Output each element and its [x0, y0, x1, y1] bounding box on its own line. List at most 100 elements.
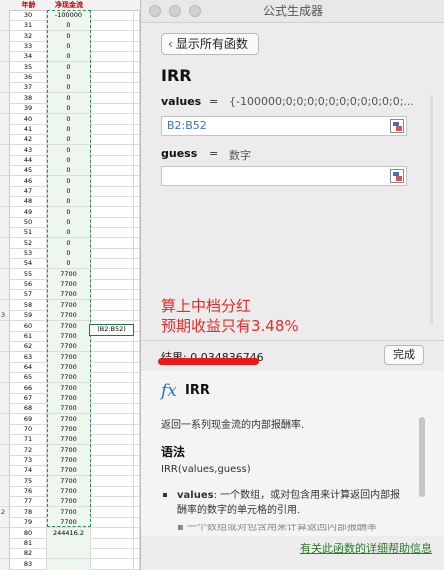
row-number[interactable]	[0, 103, 10, 115]
row-number[interactable]	[0, 341, 10, 353]
empty-cell[interactable]	[91, 41, 134, 53]
row-number[interactable]	[0, 237, 10, 249]
empty-cell[interactable]	[91, 10, 134, 21]
row-number[interactable]	[0, 227, 10, 239]
row-number[interactable]	[0, 30, 10, 42]
empty-cell[interactable]	[91, 237, 134, 249]
row-number[interactable]	[0, 486, 10, 498]
cashflow-cell[interactable]: 0	[47, 196, 91, 208]
row-number[interactable]	[0, 258, 10, 270]
age-cell[interactable]: 51	[10, 227, 47, 239]
cashflow-cell[interactable]: 7700	[47, 372, 91, 384]
cashflow-cell[interactable]: 0	[47, 92, 91, 104]
panel-scrollbar[interactable]	[430, 95, 433, 325]
help-scrollbar[interactable]	[419, 417, 425, 497]
cashflow-cell[interactable]: 0	[47, 72, 91, 84]
row-number[interactable]	[0, 403, 10, 415]
empty-cell[interactable]	[91, 61, 134, 73]
age-cell[interactable]: 70	[10, 424, 47, 435]
empty-cell[interactable]	[91, 103, 134, 115]
row-number[interactable]	[0, 41, 10, 53]
row-number[interactable]	[0, 537, 10, 549]
row-number[interactable]	[0, 392, 10, 404]
empty-cell[interactable]	[91, 248, 134, 260]
age-cell[interactable]: 68	[10, 403, 47, 415]
age-cell[interactable]: 47	[10, 185, 47, 197]
row-number[interactable]	[0, 382, 10, 394]
cashflow-cell[interactable]: 0	[47, 134, 91, 146]
empty-cell[interactable]	[91, 154, 134, 166]
empty-cell[interactable]	[91, 434, 134, 446]
row-number[interactable]	[0, 206, 10, 218]
age-cell[interactable]: 53	[10, 248, 47, 260]
empty-cell[interactable]	[91, 196, 134, 208]
empty-cell[interactable]	[91, 279, 134, 291]
age-cell[interactable]: 60	[10, 320, 47, 332]
row-number[interactable]	[0, 424, 10, 435]
age-cell[interactable]: 48	[10, 196, 47, 208]
cashflow-cell[interactable]: 7700	[47, 496, 91, 508]
row-number[interactable]	[0, 330, 10, 342]
age-cell[interactable]: 42	[10, 134, 47, 146]
cashflow-cell[interactable]: 7700	[47, 382, 91, 394]
values-input[interactable]: B2:B52	[161, 116, 407, 136]
empty-cell[interactable]	[91, 227, 134, 239]
empty-cell[interactable]	[91, 268, 134, 280]
row-number[interactable]	[0, 92, 10, 104]
range-select-icon[interactable]	[390, 119, 404, 133]
age-cell[interactable]: 39	[10, 103, 47, 115]
cashflow-cell[interactable]: -100000	[47, 10, 91, 21]
age-cell[interactable]: 49	[10, 206, 47, 218]
age-cell[interactable]: 57	[10, 289, 47, 301]
cashflow-cell[interactable]: 0	[47, 41, 91, 53]
row-number[interactable]	[0, 72, 10, 84]
empty-cell[interactable]	[91, 486, 134, 498]
age-cell[interactable]: 50	[10, 217, 47, 228]
age-cell[interactable]: 31	[10, 20, 47, 32]
row-number[interactable]	[0, 475, 10, 487]
cashflow-cell[interactable]: 7700	[47, 279, 91, 291]
age-cell[interactable]: 41	[10, 123, 47, 135]
empty-cell[interactable]	[91, 310, 134, 322]
empty-cell[interactable]	[91, 51, 134, 63]
age-cell[interactable]: 58	[10, 299, 47, 311]
cashflow-cell[interactable]: 7700	[47, 506, 91, 518]
cashflow-cell[interactable]: 0	[47, 103, 91, 115]
age-cell[interactable]: 59	[10, 310, 47, 322]
row-number[interactable]	[0, 320, 10, 332]
empty-cell[interactable]	[91, 72, 134, 84]
cashflow-cell[interactable]: 7700	[47, 475, 91, 487]
age-cell[interactable]: 77	[10, 496, 47, 508]
row-number[interactable]	[0, 82, 10, 94]
row-number[interactable]	[0, 10, 10, 21]
age-cell[interactable]: 61	[10, 330, 47, 342]
row-number[interactable]	[0, 351, 10, 363]
cashflow-cell[interactable]: 0	[47, 61, 91, 73]
cashflow-cell[interactable]: 0	[47, 185, 91, 197]
empty-cell[interactable]	[91, 185, 134, 197]
empty-cell[interactable]	[91, 351, 134, 363]
age-cell[interactable]: 75	[10, 475, 47, 487]
cashflow-cell[interactable]: 0	[47, 51, 91, 63]
row-number[interactable]	[0, 299, 10, 311]
empty-cell[interactable]	[91, 289, 134, 301]
cashflow-cell[interactable]: 0	[47, 82, 91, 94]
row-number[interactable]	[0, 527, 10, 539]
empty-cell[interactable]	[91, 82, 134, 94]
cashflow-cell[interactable]: 7700	[47, 351, 91, 363]
empty-cell[interactable]	[91, 165, 134, 177]
cashflow-cell[interactable]: 7700	[47, 486, 91, 498]
empty-cell[interactable]	[91, 134, 134, 146]
cashflow-cell[interactable]: 0	[47, 206, 91, 218]
row-number[interactable]	[0, 20, 10, 32]
empty-cell[interactable]	[91, 475, 134, 487]
row-number[interactable]: 2	[0, 506, 10, 518]
age-cell[interactable]: 36	[10, 72, 47, 84]
cashflow-cell[interactable]: 0	[47, 237, 91, 249]
row-number[interactable]	[0, 51, 10, 63]
cashflow-cell[interactable]	[47, 548, 91, 560]
empty-cell[interactable]	[91, 341, 134, 353]
cashflow-cell[interactable]: 7700	[47, 403, 91, 415]
empty-cell[interactable]	[91, 465, 134, 477]
range-select-icon[interactable]	[390, 169, 404, 183]
